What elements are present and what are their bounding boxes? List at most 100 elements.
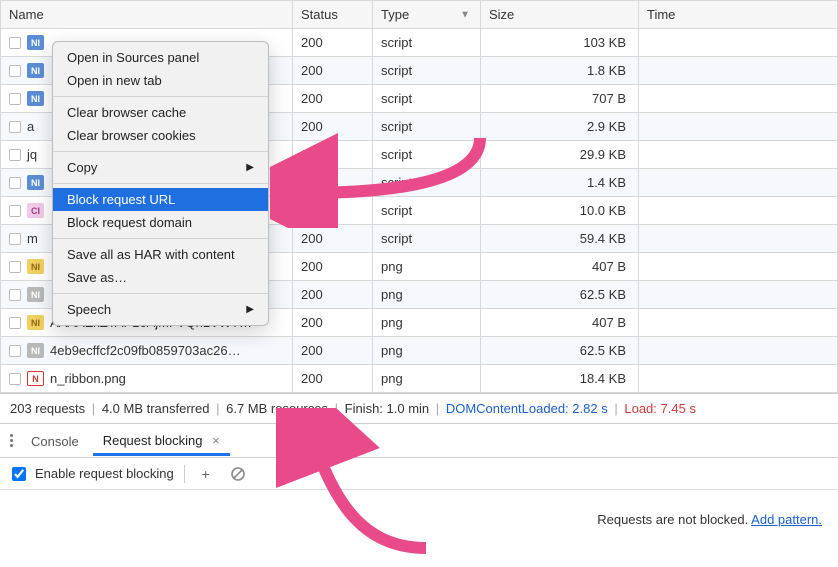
ctx-label: Open in Sources panel	[67, 50, 199, 65]
ctx-label: Copy	[67, 160, 97, 175]
cell-size: 407 B	[481, 309, 639, 337]
cell-status: 200	[293, 169, 373, 197]
row-checkbox[interactable]	[9, 373, 21, 385]
ctx-label: Block request URL	[67, 192, 175, 207]
ctx-separator	[53, 238, 268, 239]
row-checkbox[interactable]	[9, 345, 21, 357]
ctx-label: Speech	[67, 302, 111, 317]
col-time[interactable]: Time	[639, 1, 838, 29]
ctx-save-har[interactable]: Save all as HAR with content	[53, 243, 268, 266]
cell-type: png	[373, 365, 481, 393]
resource-name: a	[27, 119, 34, 134]
context-menu: Open in Sources panel Open in new tab Cl…	[52, 41, 269, 326]
row-checkbox[interactable]	[9, 205, 21, 217]
status-transferred: 4.0 MB transferred	[102, 401, 210, 416]
cell-type: png	[373, 309, 481, 337]
ctx-label: Clear browser cache	[67, 105, 186, 120]
cell-type: png	[373, 281, 481, 309]
ctx-open-new-tab[interactable]: Open in new tab	[53, 69, 268, 92]
add-pattern-link[interactable]: Add pattern.	[751, 512, 822, 527]
ctx-copy[interactable]: Copy ▶	[53, 156, 268, 179]
tab-request-blocking[interactable]: Request blocking ×	[93, 425, 230, 456]
row-checkbox[interactable]	[9, 289, 21, 301]
row-checkbox[interactable]	[9, 233, 21, 245]
cell-time	[639, 141, 838, 169]
cell-status: 200	[293, 57, 373, 85]
ctx-separator	[53, 96, 268, 97]
cell-time	[639, 113, 838, 141]
cell-type: script	[373, 225, 481, 253]
empty-text: Requests are not blocked.	[597, 512, 748, 527]
status-dcl-label: DOMContentLoaded:	[446, 401, 569, 416]
filter-icon: ▼	[460, 9, 470, 20]
ctx-block-domain[interactable]: Block request domain	[53, 211, 268, 234]
resource-name: n_ribbon.png	[50, 371, 126, 386]
ctx-speech[interactable]: Speech▶	[53, 298, 268, 321]
status-load-label: Load:	[624, 401, 657, 416]
initiator-badge: NI	[27, 259, 44, 274]
row-checkbox[interactable]	[9, 65, 21, 77]
cell-size: 407 B	[481, 253, 639, 281]
initiator-badge: NI	[27, 315, 44, 330]
cell-size: 62.5 KB	[481, 281, 639, 309]
row-checkbox[interactable]	[9, 121, 21, 133]
ctx-clear-cache[interactable]: Clear browser cache	[53, 101, 268, 124]
cell-type: script	[373, 29, 481, 57]
tab-label: Request blocking	[103, 433, 203, 448]
cell-time	[639, 365, 838, 393]
cell-status: 200	[293, 281, 373, 309]
cell-time	[639, 29, 838, 57]
ctx-clear-cookies[interactable]: Clear browser cookies	[53, 124, 268, 147]
cell-status: 200	[293, 85, 373, 113]
ctx-open-sources[interactable]: Open in Sources panel	[53, 46, 268, 69]
initiator-badge: NI	[27, 91, 44, 106]
row-checkbox[interactable]	[9, 261, 21, 273]
row-checkbox[interactable]	[9, 37, 21, 49]
status-requests: 203 requests	[10, 401, 85, 416]
ctx-label: Open in new tab	[67, 73, 162, 88]
ctx-save-as[interactable]: Save as…	[53, 266, 268, 289]
ctx-block-url[interactable]: Block request URL	[53, 188, 268, 211]
ctx-label: Block request domain	[67, 215, 192, 230]
cell-time	[639, 337, 838, 365]
col-status[interactable]: Status	[293, 1, 373, 29]
cell-type: png	[373, 337, 481, 365]
row-checkbox[interactable]	[9, 149, 21, 161]
status-load: Load: 7.45 s	[624, 401, 696, 416]
add-pattern-button[interactable]: +	[195, 463, 217, 485]
cell-time	[639, 57, 838, 85]
table-row[interactable]: NI4eb9ecffcf2c09fb0859703ac26…200png62.5…	[1, 337, 838, 365]
initiator-badge: NI	[27, 175, 44, 190]
cell-time	[639, 85, 838, 113]
no-entry-icon	[230, 466, 246, 482]
submenu-icon: ▶	[246, 162, 254, 173]
row-checkbox[interactable]	[9, 317, 21, 329]
ctx-label: Save all as HAR with content	[67, 247, 235, 262]
col-size[interactable]: Size	[481, 1, 639, 29]
row-checkbox[interactable]	[9, 177, 21, 189]
status-dcl-value: 2.82 s	[572, 401, 607, 416]
table-row[interactable]: Nn_ribbon.png200png18.4 KB	[1, 365, 838, 393]
enable-blocking-label: Enable request blocking	[35, 466, 174, 481]
cell-time	[639, 309, 838, 337]
cell-time	[639, 197, 838, 225]
initiator-badge: NI	[27, 35, 44, 50]
drawer: Console Request blocking × Enable reques…	[0, 423, 838, 567]
enable-blocking-input[interactable]	[12, 467, 26, 481]
col-size-label: Size	[489, 7, 514, 22]
col-type[interactable]: Type▼	[373, 1, 481, 29]
initiator-badge: N	[27, 371, 44, 386]
col-name[interactable]: Name	[1, 1, 293, 29]
plus-icon: +	[202, 466, 210, 482]
enable-blocking-checkbox[interactable]: Enable request blocking	[8, 464, 174, 484]
cell-type: png	[373, 253, 481, 281]
clear-all-button[interactable]	[227, 463, 249, 485]
tab-console[interactable]: Console	[21, 426, 89, 455]
row-checkbox[interactable]	[9, 93, 21, 105]
initiator-badge: NI	[27, 287, 44, 302]
cell-size: 103 KB	[481, 29, 639, 57]
close-icon[interactable]: ×	[212, 433, 220, 448]
drawer-menu-icon[interactable]	[6, 430, 17, 451]
cell-status: 200	[293, 113, 373, 141]
status-bar: 203 requests | 4.0 MB transferred | 6.7 …	[0, 393, 838, 423]
